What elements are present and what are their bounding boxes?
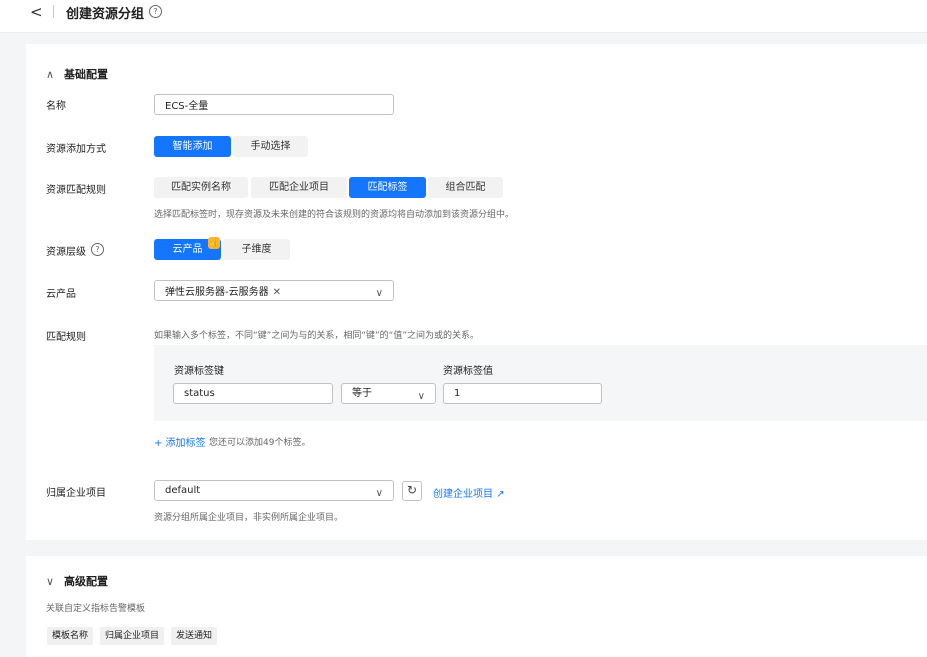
match-enterprise-project-option[interactable]: 匹配企业项目 [251, 177, 347, 198]
tag-value-input[interactable] [443, 383, 602, 404]
chevron-down-icon: ∨ [375, 488, 383, 499]
chevron-down-icon: ∨ [417, 391, 425, 402]
add-tag-link[interactable]: + 添加标签 [154, 434, 206, 449]
match-rule-label: 资源匹配规则 [46, 185, 106, 196]
thumbs-up-icon: 👍 [208, 237, 220, 249]
enterprise-project-value: default [165, 485, 201, 496]
smart-add-option[interactable]: 智能添加 [154, 136, 231, 157]
create-enterprise-project-text: 创建企业项目 [433, 489, 493, 500]
basic-config-title: 基础配置 [64, 68, 108, 81]
enterprise-project-header: 归属企业项目 [100, 627, 165, 645]
refresh-icon[interactable]: ↻ [402, 481, 422, 501]
chevron-down-icon: ∨ [46, 575, 55, 588]
name-input[interactable] [154, 94, 394, 115]
sub-dimension-option[interactable]: 子维度 [223, 239, 290, 260]
tag-value-header: 资源标签值 [443, 366, 493, 377]
back-icon[interactable]: < [30, 3, 43, 21]
title-divider [53, 5, 54, 18]
matching-rules-label: 匹配规则 [46, 332, 86, 343]
help-icon[interactable]: ? [149, 5, 162, 18]
question-circle-icon[interactable]: ? [91, 243, 104, 256]
cloud-product-select[interactable]: 弹性云服务器-云服务器 ✕ ∨ [154, 280, 394, 301]
matching-rules-hint: 如果输入多个标签，不同“键”之间为与的关系，相同“键”的“值”之间为或的关系。 [154, 331, 479, 341]
combined-match-option[interactable]: 组合匹配 [428, 177, 503, 198]
advanced-config-header[interactable]: ∨ 高级配置 [46, 573, 108, 589]
selected-product-text: 弹性云服务器-云服务器 [165, 287, 269, 298]
alarm-template-subtitle: 关联自定义指标告警模板 [46, 604, 146, 614]
cloud-product-label: 云产品 [46, 289, 76, 300]
tag-key-input[interactable] [173, 383, 333, 404]
operator-value: 等于 [352, 388, 372, 399]
create-enterprise-project-link[interactable]: 创建企业项目 ↗ [433, 485, 505, 500]
advanced-config-title: 高级配置 [64, 575, 108, 588]
chevron-up-icon: ∧ [46, 68, 55, 81]
tag-key-header: 资源标签键 [174, 366, 224, 377]
chevron-down-icon: ∨ [375, 288, 383, 299]
enterprise-project-hint: 资源分组所属企业项目，非实例所属企业项目。 [154, 513, 344, 523]
send-notification-header: 发送通知 [171, 627, 218, 645]
external-link-icon: ↗ [496, 489, 505, 500]
manual-select-option[interactable]: 手动选择 [233, 136, 308, 157]
name-label: 名称 [46, 101, 66, 112]
enterprise-project-label: 归属企业项目 [46, 488, 106, 499]
selected-product-tag: 弹性云服务器-云服务器 ✕ [165, 283, 281, 302]
page-title: 创建资源分组 [66, 7, 145, 22]
remove-tag-icon[interactable]: ✕ [273, 287, 281, 298]
add-method-label: 资源添加方式 [46, 144, 106, 155]
match-rule-hint: 选择匹配标签时，现存资源及未来创建的符合该规则的资源均将自动添加到该资源分组中。 [154, 210, 515, 220]
basic-config-header[interactable]: ∧ 基础配置 [46, 66, 108, 82]
operator-select[interactable]: 等于 ∨ [341, 383, 436, 404]
match-instance-name-option[interactable]: 匹配实例名称 [154, 177, 248, 198]
template-name-header: 模板名称 [47, 627, 94, 645]
match-tag-option[interactable]: 匹配标签 [349, 177, 426, 198]
add-tag-hint: 您还可以添加49个标签。 [209, 438, 311, 448]
enterprise-project-select[interactable]: default ∨ [154, 480, 394, 501]
resource-level-label: 资源层级 [46, 247, 86, 258]
top-bar: < 创建资源分组 ? [0, 0, 927, 33]
